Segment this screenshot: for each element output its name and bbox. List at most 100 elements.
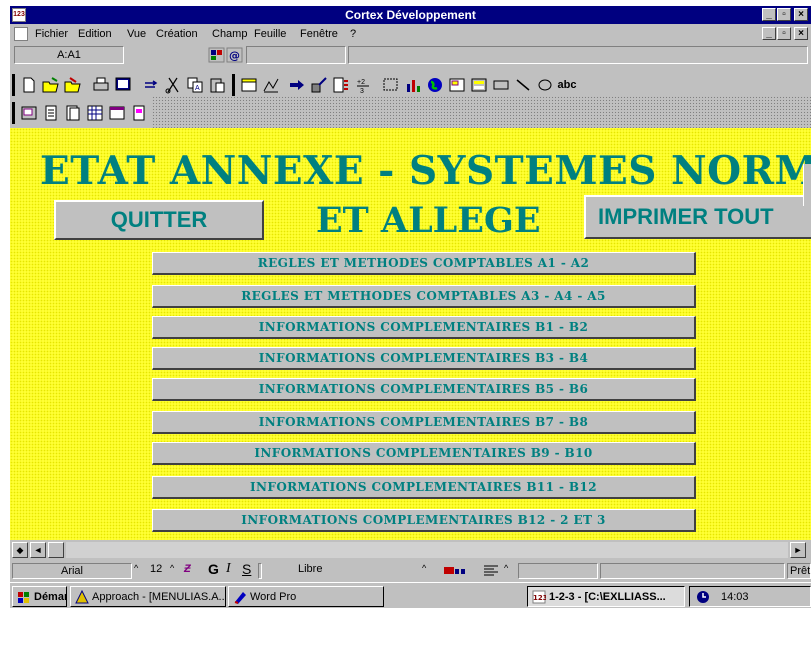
- form-icon[interactable]: [468, 74, 490, 96]
- select-range-icon[interactable]: [380, 74, 402, 96]
- sheet-tab-icon[interactable]: [446, 74, 468, 96]
- at-function-icon[interactable]: @: [226, 47, 243, 63]
- text-box-icon[interactable]: abc: [556, 74, 578, 96]
- font-size-selector[interactable]: 12: [150, 563, 168, 579]
- help-sheet-icon[interactable]: [18, 102, 40, 124]
- minimize-button[interactable]: _: [762, 8, 776, 21]
- nav-button-b9-b10[interactable]: INFORMATIONS COMPLEMENTAIRES B9 - B10: [152, 442, 696, 465]
- window-title: Cortex Développement: [345, 8, 476, 22]
- scroll-thumb[interactable]: [48, 542, 64, 558]
- undo-icon[interactable]: [140, 74, 162, 96]
- arrow-right-icon[interactable]: [286, 74, 308, 96]
- menu-bar: Fichier Edition Vue Création Champ Feuil…: [10, 24, 811, 44]
- paste-icon[interactable]: [206, 74, 228, 96]
- toolbar-grip[interactable]: [232, 74, 235, 96]
- copy-icon[interactable]: A: [184, 74, 206, 96]
- menu-feuille[interactable]: Feuille: [254, 28, 286, 40]
- nav-button-b11-b12[interactable]: INFORMATIONS COMPLEMENTAIRES B11 - B12: [152, 476, 696, 499]
- window-icon[interactable]: [106, 102, 128, 124]
- globe-map-icon[interactable]: [424, 74, 446, 96]
- split-handle-icon[interactable]: ◆: [12, 542, 28, 558]
- nav-button-b5-b6[interactable]: INFORMATIONS COMPLEMENTAIRES B5 - B6: [152, 378, 696, 401]
- doc-close-button[interactable]: ×: [794, 27, 808, 40]
- close-button[interactable]: ×: [794, 8, 808, 21]
- task-123[interactable]: 123 1-2-3 - [C:\EXLLIASS...: [527, 586, 685, 607]
- draw-rectangle-icon[interactable]: [490, 74, 512, 96]
- scroll-right-icon[interactable]: ►: [790, 542, 806, 558]
- sheet-icon[interactable]: [238, 74, 260, 96]
- style-selector[interactable]: Libre: [298, 563, 358, 579]
- new-file-icon[interactable]: [18, 74, 40, 96]
- document-icon[interactable]: [14, 27, 28, 41]
- page-icon[interactable]: [40, 102, 62, 124]
- draw-ellipse-icon[interactable]: [534, 74, 556, 96]
- menu-vue[interactable]: Vue: [127, 28, 146, 40]
- cut-icon[interactable]: [162, 74, 184, 96]
- menu-fenetre[interactable]: Fenêtre: [300, 28, 338, 40]
- color-font-icon[interactable]: Ƶ: [184, 563, 206, 579]
- toolbar-grip[interactable]: [12, 102, 15, 124]
- fill-color-icon[interactable]: [442, 563, 476, 579]
- save-folder-icon[interactable]: [62, 74, 84, 96]
- scroll-track[interactable]: [66, 542, 788, 558]
- contents-box-left[interactable]: [246, 46, 346, 64]
- cell-reference-box[interactable]: A:A1: [14, 46, 124, 64]
- underline-button[interactable]: S: [242, 561, 256, 577]
- print-icon[interactable]: [90, 74, 112, 96]
- font-name-selector[interactable]: Arial: [12, 563, 132, 579]
- quit-button[interactable]: QUITTER: [54, 200, 264, 240]
- doc-minimize-button[interactable]: _: [762, 27, 776, 40]
- toolbar-grip[interactable]: [12, 74, 15, 96]
- horizontal-scrollbar[interactable]: ◆ ◄ ►: [10, 540, 811, 560]
- scroll-left-icon[interactable]: ◄: [30, 542, 46, 558]
- start-label: Démarrer: [34, 590, 66, 603]
- menu-creation[interactable]: Création: [156, 28, 198, 40]
- svg-text:3: 3: [360, 88, 364, 94]
- italic-button[interactable]: I: [226, 561, 238, 577]
- font-up-icon[interactable]: ^: [134, 563, 146, 579]
- bold-button[interactable]: G: [208, 561, 222, 577]
- menu-champ[interactable]: Champ: [212, 28, 247, 40]
- grid-icon[interactable]: [84, 102, 106, 124]
- nav-button-b1-b2[interactable]: INFORMATIONS COMPLEMENTAIRES B1 - B2: [152, 316, 696, 339]
- nav-button-b12-2-3[interactable]: INFORMATIONS COMPLEMENTAIRES B12 - 2 ET …: [152, 509, 696, 532]
- title-bar[interactable]: 123 Cortex Développement _ ▫ ×: [10, 6, 811, 24]
- edit-line: A:A1 @: [10, 44, 811, 66]
- format-brush-icon[interactable]: [308, 74, 330, 96]
- chart-icon[interactable]: [260, 74, 282, 96]
- nav-button-a3-a5[interactable]: REGLES ET METHODES COMPTABLES A3 - A4 - …: [152, 285, 696, 308]
- draw-line-icon[interactable]: [512, 74, 534, 96]
- document-page-icon[interactable]: [128, 102, 150, 124]
- status-bar: Arial ^ 12 ^ Ƶ G I S Libre ^ ^ Prêt: [10, 560, 811, 582]
- menu-edition[interactable]: Edition: [78, 28, 112, 40]
- navigator-icon[interactable]: [208, 47, 225, 63]
- style-up-icon[interactable]: ^: [422, 563, 432, 579]
- task-word-pro[interactable]: Word Pro: [228, 586, 384, 607]
- contents-box[interactable]: [348, 46, 808, 64]
- start-button[interactable]: Démarrer: [12, 586, 67, 607]
- task-approach[interactable]: Approach - [MENULIAS.A...: [70, 586, 226, 607]
- status-divider: [258, 563, 262, 579]
- alignment-icon[interactable]: [482, 563, 502, 579]
- size-up-icon[interactable]: ^: [170, 563, 180, 579]
- nav-button-a1-a2[interactable]: REGLES ET METHODES COMPTABLES A1 - A2: [152, 252, 696, 275]
- align-up-icon[interactable]: ^: [504, 563, 512, 579]
- menu-fichier[interactable]: Fichier: [35, 28, 68, 40]
- speaker-tray-icon[interactable]: [696, 590, 710, 604]
- nav-button-b3-b4[interactable]: INFORMATIONS COMPLEMENTAIRES B3 - B4: [152, 347, 696, 370]
- nav-button-b7-b8[interactable]: INFORMATIONS COMPLEMENTAIRES B7 - B8: [152, 411, 696, 434]
- sum-fraction-icon[interactable]: +2 3: [352, 74, 374, 96]
- doc-restore-button[interactable]: ▫: [777, 27, 791, 40]
- task-label: Word Pro: [250, 590, 297, 603]
- bar-chart-icon[interactable]: [402, 74, 424, 96]
- page-title: ETAT ANNEXE - SYSTEMES NORMAL: [40, 148, 811, 194]
- fill-series-icon[interactable]: [330, 74, 352, 96]
- print-preview-icon[interactable]: [112, 74, 134, 96]
- maximize-button[interactable]: ▫: [777, 8, 791, 21]
- print-all-button[interactable]: IMPRIMER TOUT: [584, 195, 811, 239]
- menu-help[interactable]: ?: [350, 28, 356, 40]
- clock[interactable]: 14:03: [721, 591, 749, 603]
- pages-icon[interactable]: [62, 102, 84, 124]
- taskbar: Démarrer Approach - [MENULIAS.A... Word …: [10, 582, 811, 608]
- open-folder-icon[interactable]: [40, 74, 62, 96]
